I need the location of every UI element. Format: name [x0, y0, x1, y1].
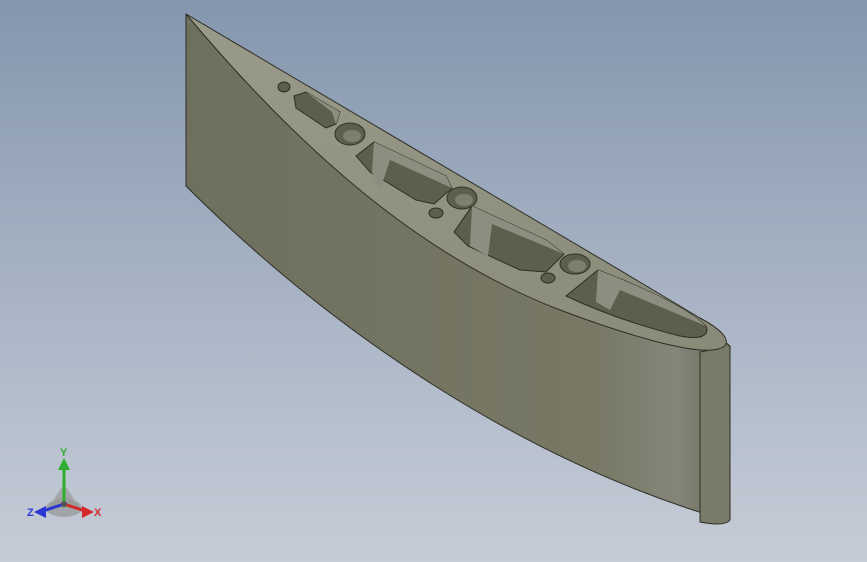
y-axis-label: Y [60, 447, 68, 459]
hole-small-2 [428, 207, 444, 219]
end-face[interactable] [699, 335, 731, 525]
x-axis-arrow [82, 506, 94, 518]
triad-origin [61, 501, 67, 507]
z-axis-arrow [34, 506, 46, 518]
graphics-viewport[interactable]: Y X Z [0, 0, 867, 562]
axis-triad[interactable]: Y X Z [24, 446, 108, 530]
hole-round-2-inner [455, 194, 473, 206]
hole-round-1-inner [343, 130, 361, 142]
z-axis-label: Z [27, 507, 34, 519]
y-axis-arrow [58, 458, 70, 470]
model-3d-view[interactable] [0, 0, 867, 562]
hole-small-3 [540, 272, 556, 284]
x-axis-label: X [94, 507, 102, 519]
hole-small-1 [277, 81, 291, 93]
hole-round-3-inner [568, 260, 586, 272]
